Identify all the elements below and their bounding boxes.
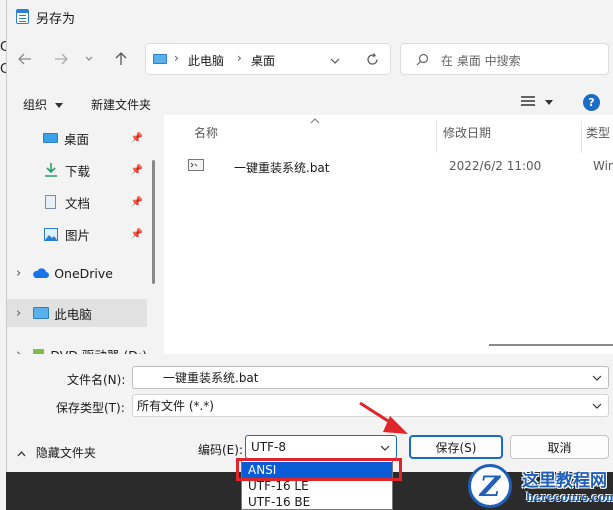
expand-chevron-icon[interactable]: ›: [16, 266, 21, 281]
arrow-right-icon: [55, 53, 68, 65]
sidebar-item-label: 此电脑: [54, 306, 92, 322]
sidebar-item-label: 文档: [65, 195, 91, 211]
cloud-icon: [33, 267, 50, 278]
hide-folders-label: 隐藏文件夹: [35, 446, 96, 460]
save-options-panel: 文件名(N): 一键重装系统.bat 保存类型(T): 所有文件 (*.*) 隐…: [7, 354, 613, 472]
refresh-icon[interactable]: [366, 53, 379, 66]
chevron-up-icon: [17, 450, 26, 456]
caret-down-icon[interactable]: [545, 100, 553, 105]
sidebar-item-desktop[interactable]: 桌面 📌: [7, 124, 147, 152]
download-icon: [45, 163, 57, 177]
sidebar-item-onedrive[interactable]: › OneDrive: [7, 259, 147, 287]
forward-button[interactable]: [50, 48, 72, 70]
column-header-name[interactable]: 名称: [194, 124, 218, 141]
file-date: 2022/6/2 11:00: [449, 159, 542, 173]
file-type-label: 保存类型(T):: [56, 401, 125, 415]
hide-folders-button[interactable]: 隐藏文件夹: [17, 444, 96, 461]
chevron-down-icon[interactable]: [592, 375, 602, 381]
up-button[interactable]: [110, 48, 132, 70]
cancel-button[interactable]: 取消: [510, 435, 609, 459]
sidebar-item-label: OneDrive: [54, 265, 113, 281]
sidebar-item-this-pc[interactable]: › 此电脑: [7, 299, 147, 327]
recent-locations-button[interactable]: [82, 48, 96, 70]
annotation-highlight-box: [236, 458, 402, 481]
navigation-pane: 桌面 📌 下载 📌 文档 📌 图片 📌 › OneDrive › 此电脑 ›: [7, 122, 159, 354]
column-header-date[interactable]: 修改日期: [443, 124, 491, 141]
table-row[interactable]: 一键重装系统.bat 2022/6/2 11:00 Wind: [164, 155, 613, 179]
breadcrumb-separator: ›: [237, 51, 242, 65]
sidebar-item-label: 桌面: [64, 131, 90, 147]
breadcrumb-separator: ›: [174, 51, 179, 65]
file-type-value: 所有文件 (*.*): [137, 399, 214, 413]
expand-chevron-icon[interactable]: ›: [16, 306, 21, 321]
watermark: Z 这里教程网 herecours.com: [466, 460, 613, 510]
file-list: 名称 修改日期 类型 一键重装系统.bat 2022/6/2 11:00 Win…: [164, 115, 613, 354]
search-icon: [416, 53, 429, 66]
save-as-dialog: 另存为 › 此电脑 › 桌面 在 桌面 中搜索 组织 新建文件夹 ? 桌面 📌 …: [6, 0, 613, 472]
title-bar: 另存为: [7, 0, 613, 34]
save-button[interactable]: 保存(S): [409, 435, 503, 459]
window-title: 另存为: [36, 12, 76, 27]
expand-chevron-icon[interactable]: ›: [16, 347, 21, 355]
watermark-url: herecours.com: [526, 491, 613, 504]
column-header-type[interactable]: 类型: [586, 124, 610, 141]
chevron-down-icon: [85, 56, 93, 61]
sidebar-scrollbar[interactable]: [152, 160, 155, 284]
view-options-button[interactable]: [521, 95, 535, 110]
sidebar-item-dvd-drive[interactable]: › DVD 驱动器 (D:): [7, 340, 147, 354]
file-name: 一键重装系统.bat: [234, 161, 330, 175]
notepad-icon: [16, 9, 29, 24]
computer-icon: [153, 54, 167, 64]
column-separator[interactable]: [581, 121, 582, 153]
sidebar-item-label: DVD 驱动器 (D:): [50, 345, 147, 355]
new-folder-button[interactable]: 新建文件夹: [91, 96, 151, 113]
file-type: Wind: [593, 159, 613, 173]
chevron-down-icon[interactable]: [330, 58, 340, 64]
organize-label: 组织: [23, 98, 48, 112]
list-view-icon: [521, 96, 535, 106]
arrow-up-icon: [115, 52, 127, 65]
filename-value: 一键重装系统.bat: [163, 371, 259, 385]
chevron-down-icon[interactable]: [592, 403, 602, 409]
watermark-title: 这里教程网: [522, 471, 607, 491]
sort-up-icon: [310, 118, 320, 124]
filename-label: 文件名(N):: [67, 373, 126, 387]
back-button[interactable]: [14, 48, 36, 70]
horizontal-scrollbar[interactable]: [489, 344, 613, 346]
document-icon: [45, 195, 56, 209]
caret-down-icon: [54, 103, 63, 108]
pin-icon[interactable]: 📌: [131, 133, 143, 144]
search-box[interactable]: 在 桌面 中搜索: [400, 43, 609, 75]
address-bar[interactable]: › 此电脑 › 桌面: [145, 43, 391, 75]
breadcrumb-this-pc[interactable]: 此电脑: [188, 52, 224, 69]
search-placeholder: 在 桌面 中搜索: [441, 54, 521, 68]
desktop-icon: [43, 133, 58, 143]
pin-icon[interactable]: 📌: [131, 229, 143, 240]
chevron-down-icon[interactable]: [380, 445, 390, 451]
sidebar-item-documents[interactable]: 文档 📌: [7, 188, 147, 216]
sidebar-item-downloads[interactable]: 下载 📌: [7, 156, 147, 184]
encoding-option-utf16be[interactable]: UTF-16 BE: [242, 494, 392, 510]
pin-icon[interactable]: 📌: [131, 197, 143, 208]
breadcrumb-desktop[interactable]: 桌面: [251, 52, 275, 69]
arrow-left-icon: [18, 53, 31, 65]
help-icon[interactable]: ?: [583, 94, 600, 111]
organize-button[interactable]: 组织: [23, 96, 63, 113]
sidebar-item-label: 图片: [65, 227, 91, 243]
column-separator[interactable]: [436, 121, 437, 153]
batch-file-icon: [188, 159, 204, 171]
encoding-label: 编码(E):: [198, 443, 243, 457]
watermark-logo: Z: [468, 464, 512, 508]
picture-icon: [44, 227, 58, 241]
filename-input[interactable]: 一键重装系统.bat: [132, 366, 609, 389]
pin-icon[interactable]: 📌: [131, 165, 143, 176]
computer-icon: [33, 307, 50, 319]
annotation-arrow-icon: [359, 401, 408, 434]
sidebar-item-label: 下载: [65, 163, 91, 179]
encoding-value: UTF-8: [251, 440, 286, 454]
sidebar-item-pictures[interactable]: 图片 📌: [7, 220, 147, 248]
